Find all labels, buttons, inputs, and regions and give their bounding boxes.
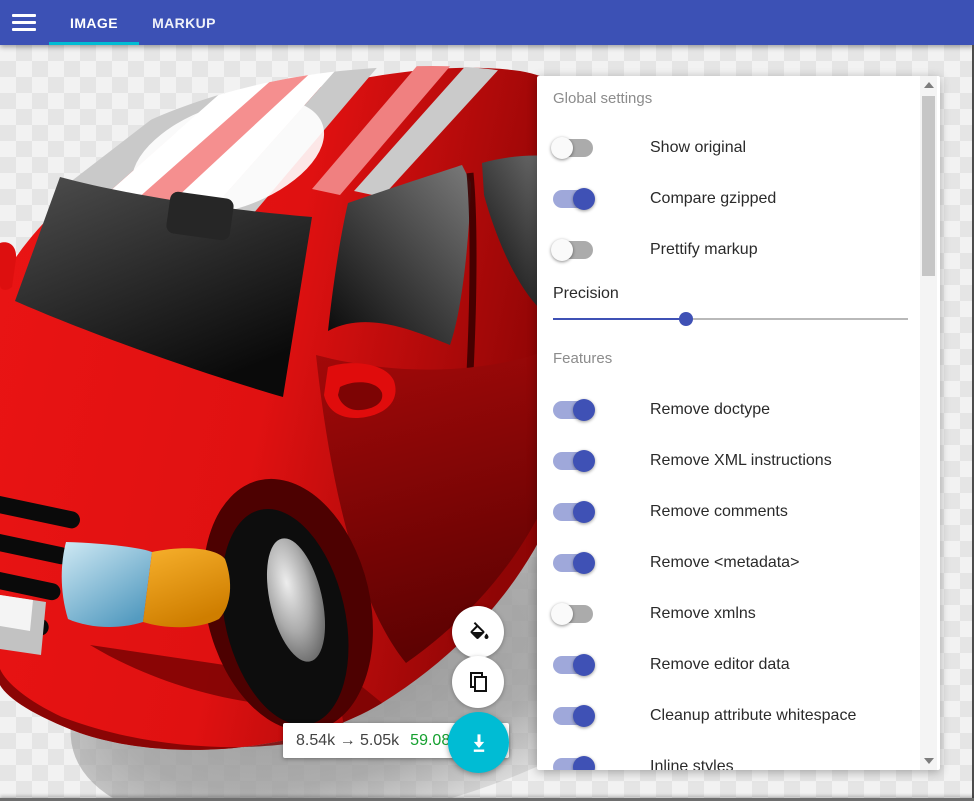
remove-editor-data-toggle[interactable]	[553, 656, 593, 674]
scrollbar-up-arrow-icon[interactable]	[924, 82, 934, 88]
remove-xmlns-toggle[interactable]	[553, 605, 593, 623]
tab-markup[interactable]: MARKUP	[139, 0, 229, 45]
toggle-row-remove-comments[interactable]: Remove comments	[553, 488, 910, 536]
cleanup-attribute-whitespace-toggle[interactable]	[553, 707, 593, 725]
tab-image[interactable]: IMAGE	[49, 0, 139, 45]
tab-image-label: IMAGE	[70, 15, 118, 31]
toggle-row-cleanup-attribute-whitespace[interactable]: Cleanup attribute whitespace	[553, 692, 910, 740]
toggle-row-prettify-markup[interactable]: Prettify markup	[553, 226, 910, 274]
toggle-row-show-original[interactable]: Show original	[553, 124, 910, 172]
copy-icon	[466, 670, 490, 694]
remove-doctype-toggle[interactable]	[553, 401, 593, 419]
app-bar: IMAGE MARKUP	[0, 0, 974, 45]
scrollbar-down-arrow-icon[interactable]	[924, 758, 934, 764]
toggle-row-remove-metadata[interactable]: Remove <metadata>	[553, 539, 910, 587]
active-tab-underline	[49, 42, 139, 45]
download-button[interactable]	[448, 712, 509, 773]
precision-slider[interactable]	[553, 312, 908, 326]
precision-label: Precision	[553, 285, 619, 303]
svgomg-app: IMAGE MARKUP 8.54k → 5.05k 59.08%	[0, 0, 974, 801]
tab-markup-label: MARKUP	[152, 15, 216, 31]
precision-slider-thumb[interactable]	[679, 312, 693, 326]
remove-xml-instructions-toggle[interactable]	[553, 452, 593, 470]
hamburger-icon	[12, 14, 36, 31]
menu-button[interactable]	[0, 0, 48, 45]
toggle-row-inline-styles[interactable]: Inline styles	[553, 743, 910, 770]
toggle-row-compare-gzipped[interactable]: Compare gzipped	[553, 175, 910, 223]
features-title: Features	[553, 350, 612, 367]
compare-gzipped-toggle[interactable]	[553, 190, 593, 208]
download-icon	[466, 730, 492, 756]
settings-panel: Global settings Show original Compare gz…	[537, 76, 940, 770]
paint-bucket-icon	[466, 620, 490, 644]
toggle-row-remove-doctype[interactable]: Remove doctype	[553, 386, 910, 434]
show-original-toggle[interactable]	[553, 139, 593, 157]
toggle-row-remove-xml-instructions[interactable]: Remove XML instructions	[553, 437, 910, 485]
scrollbar-thumb[interactable]	[922, 96, 935, 276]
global-settings-title: Global settings	[553, 90, 652, 107]
view-tabs: IMAGE MARKUP	[49, 0, 229, 45]
inline-styles-toggle[interactable]	[553, 758, 593, 770]
size-before-after: 8.54k → 5.05k	[296, 732, 399, 750]
remove-comments-toggle[interactable]	[553, 503, 593, 521]
theme-button[interactable]	[452, 606, 504, 658]
panel-scrollbar[interactable]	[920, 76, 937, 770]
toggle-row-remove-editor-data[interactable]: Remove editor data	[553, 641, 910, 689]
copy-button[interactable]	[452, 656, 504, 708]
remove-metadata-toggle[interactable]	[553, 554, 593, 572]
prettify-markup-toggle[interactable]	[553, 241, 593, 259]
toggle-row-remove-xmlns[interactable]: Remove xmlns	[553, 590, 910, 638]
precision-slider-fill	[553, 318, 686, 320]
